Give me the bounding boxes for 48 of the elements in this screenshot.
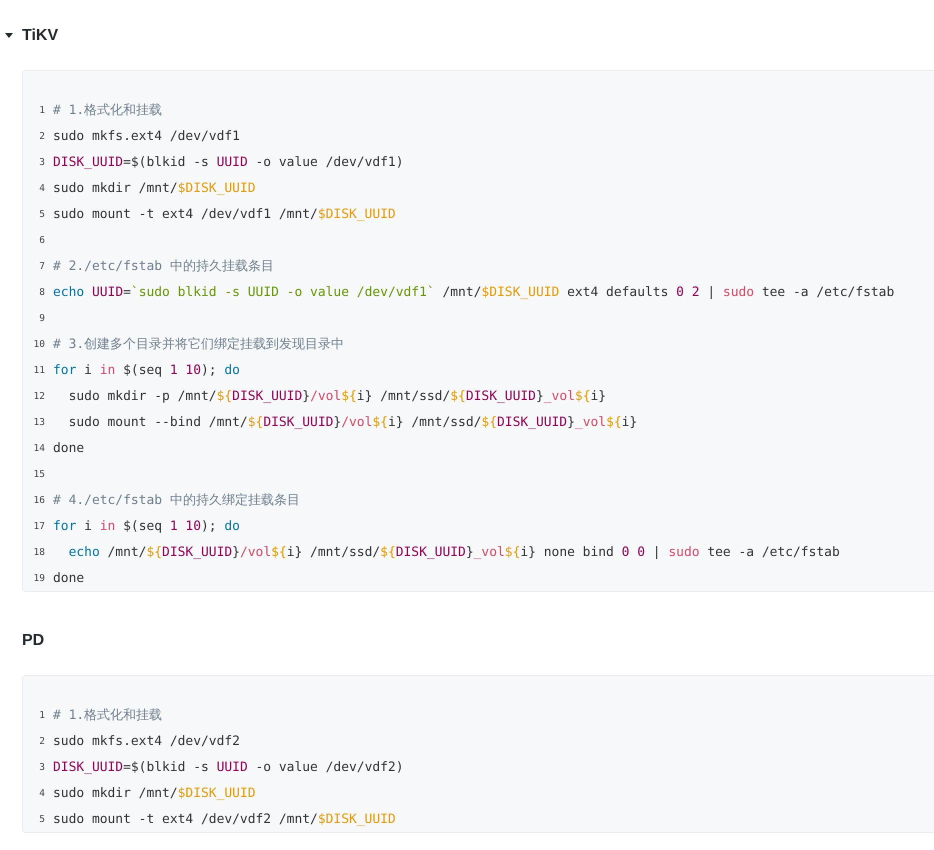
- code-line: echo /mnt/${DISK_UUID}/vol${i} /mnt/ssd/${DISK_UUID}_vol${i} none bind 0 0 | sudo tee -a /etc/fstab: [68, 544, 840, 560]
- code-line: for i in $(seq 1 10); do: [53, 518, 240, 534]
- line-number: 13: [32, 416, 46, 428]
- line-number: 3: [38, 762, 46, 772]
- line-number: 5: [38, 814, 46, 824]
- line-number: 4: [38, 182, 46, 194]
- code-line: sudo mount -t ext4 /dev/vdf1 /mnt/$DISK_UUID: [53, 206, 396, 222]
- line-number: 8: [38, 286, 46, 298]
- code-line: sudo mkfs.ext4 /dev/vdf2: [53, 734, 240, 748]
- line-number: 19: [32, 572, 46, 584]
- code-line: echo UUID=`sudo blkid -s UUID -o value /dev/vdf1` /mnt/$DISK_UUID ext4 defaults 0 2 | sudo tee -a /etc/fstab: [53, 284, 894, 300]
- line-number: 7: [38, 260, 46, 272]
- line-number: 11: [32, 364, 46, 376]
- section-heading: PD: [22, 632, 44, 650]
- code-line: # 4./etc/fstab 中的持久绑定挂载条目: [53, 492, 300, 508]
- line-number: 2: [38, 130, 46, 142]
- line-number: 6: [38, 234, 46, 246]
- line-number: 5: [38, 208, 46, 220]
- code-line: # 2./etc/fstab 中的持久挂载条目: [53, 258, 274, 274]
- line-number: 18: [32, 546, 46, 558]
- line-number: 1: [38, 710, 46, 720]
- code-line: DISK_UUID=$(blkid -s UUID -o value /dev/vdf1): [53, 154, 404, 170]
- line-number: 1: [38, 104, 46, 116]
- line-number: 16: [32, 494, 46, 506]
- code-line: sudo mkdir -p /mnt/${DISK_UUID}/vol${i} /mnt/ssd/${DISK_UUID}_vol${i}: [68, 388, 606, 404]
- line-number: 12: [32, 390, 46, 402]
- code-line: sudo mkdir /mnt/$DISK_UUID: [53, 180, 256, 196]
- code-line: # 3.创建多个目录并将它们绑定挂载到发现目录中: [53, 336, 344, 352]
- line-number: 15: [32, 468, 46, 480]
- line-number: 14: [32, 442, 46, 454]
- line-number: 3: [38, 156, 46, 168]
- line-number: 17: [32, 520, 46, 532]
- line-number: 2: [38, 736, 46, 746]
- code-line: DISK_UUID=$(blkid -s UUID -o value /dev/vdf2): [53, 760, 404, 774]
- caret-icon[interactable]: [5, 33, 13, 39]
- code-line: sudo mkfs.ext4 /dev/vdf1: [53, 128, 240, 144]
- code-line: for i in $(seq 1 10); do: [53, 362, 240, 378]
- line-number: 10: [32, 338, 46, 350]
- section-heading[interactable]: TiKV: [22, 27, 58, 45]
- code-line: done: [53, 440, 84, 456]
- code-line: sudo mkdir /mnt/$DISK_UUID: [53, 786, 256, 800]
- code-line: # 1.格式化和挂载: [53, 706, 162, 724]
- line-number: 9: [38, 312, 46, 324]
- code-line: done: [53, 570, 84, 586]
- code-line: sudo mount --bind /mnt/${DISK_UUID}/vol${i} /mnt/ssd/${DISK_UUID}_vol${i}: [68, 414, 638, 430]
- code-line: sudo mount -t ext4 /dev/vdf2 /mnt/$DISK_UUID: [53, 812, 396, 826]
- line-number: 4: [38, 788, 46, 798]
- code-line: # 1.格式化和挂载: [53, 102, 162, 118]
